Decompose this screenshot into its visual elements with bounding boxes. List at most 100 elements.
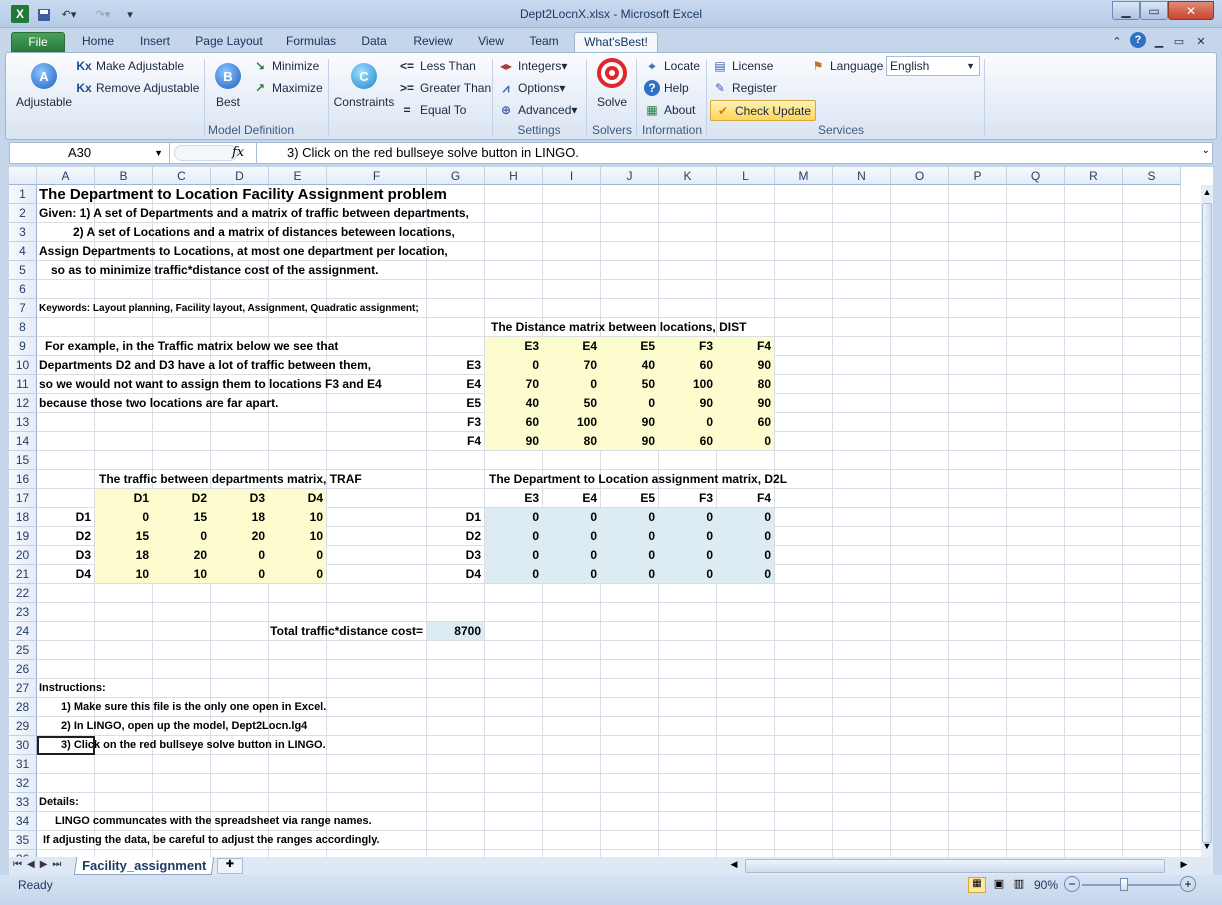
dist-col-header[interactable]: F3 [659,337,717,356]
d2l-row-label[interactable]: D2 [427,527,485,546]
row-header[interactable]: 19 [9,527,37,546]
dist-cell[interactable]: 50 [601,375,659,394]
dist-cell[interactable]: 90 [659,394,717,413]
close-workbook-icon[interactable]: ✕ [1194,33,1208,50]
insert-function-icon[interactable]: fx [232,143,254,163]
row-header[interactable]: 32 [9,774,37,793]
tab-data[interactable]: Data [354,32,394,52]
dist-cell[interactable]: 70 [543,356,601,375]
d2l-cell[interactable]: 0 [659,546,717,565]
dist-cell[interactable]: 0 [485,356,543,375]
column-header[interactable]: M [775,167,833,185]
zoom-in-icon[interactable]: + [1180,876,1196,892]
d2l-cell[interactable]: 0 [485,565,543,584]
dist-cell[interactable]: 0 [601,394,659,413]
dist-cell[interactable]: 0 [543,375,601,394]
column-header[interactable]: P [949,167,1007,185]
dist-row-label[interactable]: E3 [427,356,485,375]
traf-row-label[interactable]: D3 [37,546,95,565]
tab-file[interactable]: File [11,32,65,52]
worksheet-grid[interactable]: A B C D E F G H I J K L M N O P Q R S 1 2 3 4 5 6 7 8 9 10 11 12 13 14 15… [9,167,1213,857]
traf-cell[interactable]: 15 [95,527,153,546]
column-header[interactable]: C [153,167,211,185]
page-break-view-icon[interactable]: ▥ [1010,877,1028,893]
horizontal-scroll-thumb[interactable] [745,859,1165,873]
restore-workbook-icon[interactable]: ▭ [1172,33,1186,50]
adjustable-button[interactable]: A Adjustable [12,63,76,109]
d2l-cell[interactable]: 0 [601,508,659,527]
dist-col-header[interactable]: E3 [485,337,543,356]
dist-row-label[interactable]: E5 [427,394,485,413]
d2l-row-label[interactable]: D3 [427,546,485,565]
options-button[interactable]: ⩘ Options ▾ [498,80,566,96]
dist-cell[interactable]: 90 [717,356,775,375]
page-layout-view-icon[interactable]: ▣ [990,877,1008,893]
d2l-col-header[interactable]: F3 [659,489,717,508]
row-header[interactable]: 7 [9,299,37,318]
column-header[interactable]: F [327,167,427,185]
equal-to-button[interactable]: = Equal To [398,102,466,118]
row-header[interactable]: 14 [9,432,37,451]
register-button[interactable]: ✎ Register [712,80,777,96]
d2l-cell[interactable]: 0 [659,527,717,546]
row-header[interactable]: 2 [9,204,37,223]
scroll-up-icon[interactable]: ▲ [1202,187,1212,201]
solve-button[interactable]: Solve [590,57,634,109]
make-adjustable-button[interactable]: Kx Make Adjustable [76,58,184,74]
close-window-button[interactable]: ✕ [1168,1,1214,20]
d2l-col-header[interactable]: E5 [601,489,659,508]
row-header[interactable]: 5 [9,261,37,280]
column-header[interactable]: D [211,167,269,185]
column-header[interactable]: N [833,167,891,185]
row-header[interactable]: 16 [9,470,37,489]
dist-col-header[interactable]: E5 [601,337,659,356]
dist-cell[interactable]: 80 [543,432,601,451]
row-header[interactable]: 22 [9,584,37,603]
traf-cell[interactable]: 18 [95,546,153,565]
formula-divider-handle[interactable] [174,145,238,161]
d2l-cell[interactable]: 0 [601,546,659,565]
column-header[interactable]: B [95,167,153,185]
column-header[interactable]: S [1123,167,1181,185]
traf-col-header[interactable]: D2 [153,489,211,508]
row-header[interactable]: 20 [9,546,37,565]
dist-cell[interactable]: 40 [485,394,543,413]
about-button[interactable]: ▦ About [644,102,695,118]
traf-cell[interactable]: 0 [95,508,153,527]
dist-cell[interactable]: 0 [717,432,775,451]
row-header[interactable]: 26 [9,660,37,679]
vertical-scroll-thumb[interactable] [1202,203,1212,843]
column-header[interactable]: J [601,167,659,185]
d2l-col-header[interactable]: F4 [717,489,775,508]
row-header[interactable]: 21 [9,565,37,584]
traf-col-header[interactable]: D4 [269,489,327,508]
expand-formula-icon[interactable]: ⌄ [1202,145,1210,156]
tab-view[interactable]: View [472,32,510,52]
minimize-window-button[interactable]: ▁ [1112,1,1140,20]
d2l-cell[interactable]: 0 [543,546,601,565]
traf-cell[interactable]: 10 [269,527,327,546]
dist-row-label[interactable]: E4 [427,375,485,394]
row-header[interactable]: 8 [9,318,37,337]
insert-sheet-icon[interactable]: ✚ [217,858,243,874]
d2l-cell[interactable]: 0 [717,546,775,565]
column-header[interactable]: G [427,167,485,185]
d2l-cell[interactable]: 0 [717,527,775,546]
tab-home[interactable]: Home [76,32,120,52]
traf-row-label[interactable]: D2 [37,527,95,546]
traf-cell[interactable]: 10 [153,565,211,584]
zoom-slider-thumb[interactable] [1120,878,1128,891]
column-header[interactable]: A [37,167,95,185]
d2l-cell[interactable]: 0 [659,565,717,584]
zoom-level[interactable]: 90% [1034,878,1058,892]
constraints-button[interactable]: C Constraints [332,63,396,109]
row-header[interactable]: 28 [9,698,37,717]
column-header[interactable]: E [269,167,327,185]
language-select[interactable]: English ▼ [886,56,980,76]
dist-cell[interactable]: 90 [485,432,543,451]
row-header[interactable]: 18 [9,508,37,527]
traf-cell[interactable]: 10 [95,565,153,584]
d2l-cell[interactable]: 0 [601,565,659,584]
row-header[interactable]: 29 [9,717,37,736]
traf-cell[interactable]: 0 [211,565,269,584]
